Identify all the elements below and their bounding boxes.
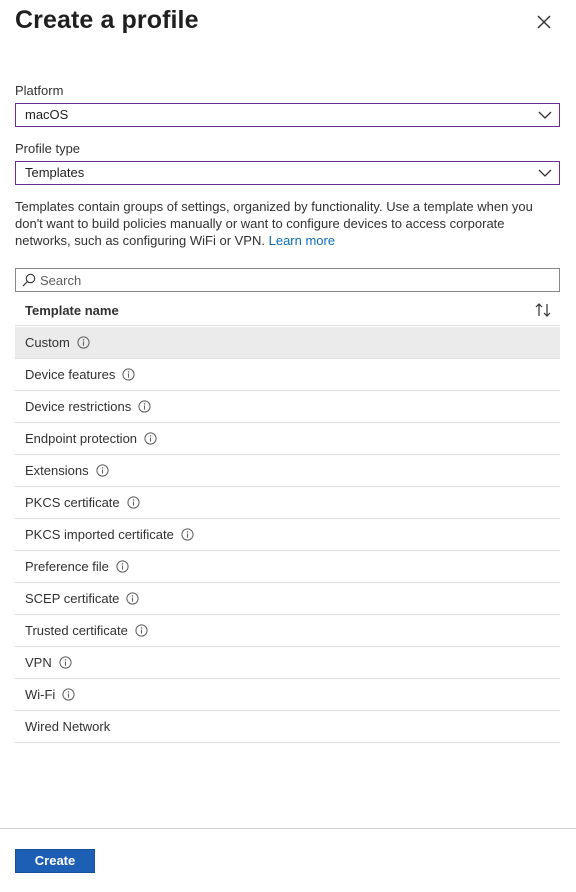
search-icon bbox=[22, 273, 36, 287]
sort-icon[interactable] bbox=[534, 302, 552, 318]
template-name: Wi-Fi bbox=[25, 687, 56, 702]
template-name: Trusted certificate bbox=[25, 623, 128, 638]
table-row[interactable]: SCEP certificate bbox=[15, 583, 560, 615]
column-header-template-name[interactable]: Template name bbox=[25, 303, 119, 318]
table-row[interactable]: PKCS imported certificate bbox=[15, 519, 560, 551]
learn-more-link[interactable]: Learn more bbox=[269, 233, 335, 248]
table-row[interactable]: Wired Network bbox=[15, 711, 560, 743]
table-row[interactable]: Preference file bbox=[15, 551, 560, 583]
profile-type-value: Templates bbox=[25, 165, 85, 180]
platform-label: Platform bbox=[15, 83, 64, 98]
template-name: Custom bbox=[25, 335, 70, 350]
footer-divider bbox=[0, 828, 576, 829]
template-name: Device features bbox=[25, 367, 116, 382]
info-icon[interactable] bbox=[95, 464, 109, 477]
close-icon bbox=[537, 15, 551, 29]
template-name: Preference file bbox=[25, 559, 109, 574]
info-icon[interactable] bbox=[77, 336, 90, 349]
info-icon[interactable] bbox=[135, 624, 148, 637]
template-name: VPN bbox=[25, 655, 52, 670]
info-icon[interactable] bbox=[59, 656, 72, 669]
table-row[interactable]: VPN bbox=[15, 647, 560, 679]
close-button[interactable] bbox=[533, 11, 555, 33]
table-row[interactable]: Trusted certificate bbox=[15, 615, 560, 647]
profile-type-label: Profile type bbox=[15, 141, 81, 156]
description-text: Templates contain groups of settings, or… bbox=[15, 198, 555, 249]
table-header: Template name bbox=[15, 296, 560, 326]
template-name: SCEP certificate bbox=[25, 591, 120, 606]
table-row[interactable]: Wi-Fi bbox=[15, 679, 560, 711]
table-row[interactable]: Device features bbox=[15, 359, 560, 391]
platform-value: macOS bbox=[25, 107, 69, 122]
template-name: Device restrictions bbox=[25, 399, 132, 414]
chevron-down-icon bbox=[538, 169, 552, 177]
template-name: PKCS imported certificate bbox=[25, 527, 174, 542]
table-row[interactable]: Extensions bbox=[15, 455, 560, 487]
info-icon[interactable] bbox=[127, 496, 140, 509]
search-input[interactable] bbox=[40, 271, 550, 289]
search-box[interactable] bbox=[15, 268, 560, 292]
profile-type-dropdown[interactable]: Templates bbox=[15, 161, 560, 185]
create-profile-panel: Create a profile Platform macOS Profile … bbox=[0, 0, 576, 892]
table-row[interactable]: PKCS certificate bbox=[15, 487, 560, 519]
platform-dropdown[interactable]: macOS bbox=[15, 103, 560, 127]
template-list: Custom Device features Device restrictions… bbox=[15, 327, 560, 743]
template-name: Endpoint protection bbox=[25, 431, 138, 446]
info-icon[interactable] bbox=[126, 592, 140, 605]
info-icon[interactable] bbox=[181, 528, 194, 541]
template-name: Extensions bbox=[25, 463, 89, 478]
info-icon[interactable] bbox=[122, 368, 135, 381]
template-name: PKCS certificate bbox=[25, 495, 120, 510]
chevron-down-icon bbox=[538, 111, 552, 119]
table-row[interactable]: Custom bbox=[15, 327, 560, 359]
info-icon[interactable] bbox=[62, 688, 75, 701]
page-title: Create a profile bbox=[15, 6, 199, 34]
create-button[interactable]: Create bbox=[15, 849, 95, 873]
table-row[interactable]: Endpoint protection bbox=[15, 423, 560, 455]
template-name: Wired Network bbox=[25, 719, 111, 734]
info-icon[interactable] bbox=[138, 400, 151, 413]
info-icon[interactable] bbox=[116, 560, 129, 573]
info-icon[interactable] bbox=[144, 432, 157, 445]
table-row[interactable]: Device restrictions bbox=[15, 391, 560, 423]
